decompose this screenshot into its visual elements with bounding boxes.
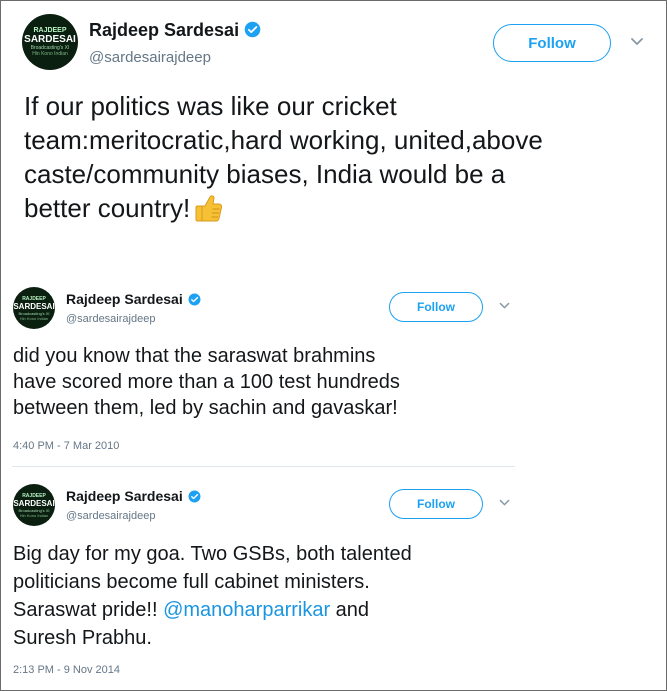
tweet-text-line: between them, led by sachin and gavaskar… <box>13 397 398 419</box>
thumbs-up-emoji: 👍 <box>192 191 226 225</box>
tweet-1: RAJDEEP SARDESAI Broadcasting's XI Hin K… <box>0 0 667 250</box>
tweet-text-line-last: better country!👍 <box>24 191 543 225</box>
chevron-down-icon[interactable] <box>629 36 645 48</box>
verified-badge-icon <box>244 21 261 38</box>
thumbs-up-emoji-glyph: 👍 <box>192 191 193 225</box>
author-name-text: Rajdeep Sardesai <box>66 291 183 307</box>
verified-badge-icon <box>188 293 201 306</box>
avatar-line: SARDESAI <box>13 301 55 311</box>
tweet-text: did you know that the saraswat brahmins … <box>13 343 400 421</box>
tweet-text-line: team:meritocratic,hard working, united,a… <box>24 125 543 155</box>
avatar-line: Hin Kono Indian <box>32 51 68 57</box>
chevron-down-icon[interactable] <box>498 498 511 508</box>
avatar[interactable]: RAJDEEP SARDESAI Broadcasting's XI Hin K… <box>13 484 55 526</box>
follow-button[interactable]: Follow <box>389 292 483 322</box>
avatar-line: SARDESAI <box>24 34 76 45</box>
tweet-text-line: have scored more than a 100 test hundred… <box>13 371 400 393</box>
tweet-text: Big day for my goa. Two GSBs, both talen… <box>13 540 412 652</box>
avatar-line: SARDESAI <box>13 498 55 508</box>
author-handle[interactable]: @sardesairajdeep <box>66 510 155 522</box>
tweet-text-line: Suresh Prabhu. <box>13 627 152 649</box>
tweet-text-line: caste/community biases, India would be a <box>24 159 506 189</box>
tweet-text: If our politics was like our cricket tea… <box>24 89 543 225</box>
tweet-text-fragment: and <box>330 599 370 621</box>
verified-badge-icon <box>188 490 201 503</box>
chevron-down-icon[interactable] <box>498 301 511 311</box>
author-name[interactable]: Rajdeep Sardesai <box>89 20 261 41</box>
avatar[interactable]: RAJDEEP SARDESAI Broadcasting's XI Hin K… <box>13 287 55 329</box>
tweet-3: RAJDEEP SARDESAI Broadcasting's XI Hin K… <box>0 467 667 691</box>
tweet-text-line: did you know that the saraswat brahmins <box>13 345 376 367</box>
tweet-2: RAJDEEP SARDESAI Broadcasting's XI Hin K… <box>0 270 667 470</box>
author-name-text: Rajdeep Sardesai <box>66 488 183 504</box>
author-name[interactable]: Rajdeep Sardesai <box>66 291 201 307</box>
avatar-line: Hin Kono Indian <box>19 315 49 321</box>
timestamp[interactable]: 2:13 PM - 9 Nov 2014 <box>13 664 120 676</box>
tweet-text-line-mention: Saraswat pride!! @manoharparrikar and <box>13 596 412 624</box>
follow-button[interactable]: Follow <box>389 489 483 519</box>
tweet-text-line: politicians become full cabinet minister… <box>13 571 370 593</box>
author-handle[interactable]: @sardesairajdeep <box>89 49 211 66</box>
tweet-text-line: better country! <box>24 193 191 223</box>
follow-button[interactable]: Follow <box>493 24 611 62</box>
avatar-line: Hin Kono Indian <box>19 512 49 518</box>
author-name-text: Rajdeep Sardesai <box>89 20 240 40</box>
mention-link[interactable]: @manoharparrikar <box>163 599 330 621</box>
avatar-line: RAJDEEP <box>33 27 67 34</box>
tweet-text-line: Saraswat pride!! <box>13 599 164 621</box>
author-name[interactable]: Rajdeep Sardesai <box>66 488 201 504</box>
timestamp[interactable]: 4:40 PM - 7 Mar 2010 <box>13 440 119 452</box>
avatar[interactable]: RAJDEEP SARDESAI Broadcasting's XI Hin K… <box>22 14 78 70</box>
tweet-text-line: Big day for my goa. Two GSBs, both talen… <box>13 543 412 565</box>
tweet-text-line: If our politics was like our cricket <box>24 91 397 121</box>
author-handle[interactable]: @sardesairajdeep <box>66 313 155 325</box>
